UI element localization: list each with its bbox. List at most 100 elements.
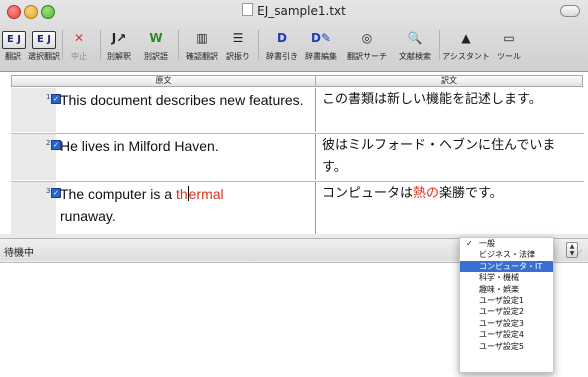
row-number: 1: [46, 93, 51, 101]
target-text-part: コンピュータは: [322, 186, 414, 201]
toolbar-button-9[interactable]: ◎ 翻訳サーチ: [345, 22, 389, 68]
toolbar-button-11[interactable]: ▲ アシスタント: [440, 22, 492, 68]
toolbar-button-10[interactable]: 🔍 文献検索: [395, 22, 435, 68]
toolbar-button-label: 文献検索: [399, 52, 431, 61]
menu-item[interactable]: ユーザ設定1: [460, 295, 553, 306]
toolbar-button-6[interactable]: ☰ 訳振り: [225, 22, 251, 68]
table-row[interactable]: 1 ✓ This document describes new features…: [0, 88, 588, 132]
toolbar-separator: [258, 30, 259, 60]
column-divider: [315, 134, 316, 180]
menu-item[interactable]: ✓ 一般: [460, 238, 553, 249]
menu-item-label: 一般: [479, 239, 495, 248]
toolbar-button-4[interactable]: W 別訳語: [138, 22, 174, 68]
menu-item-label: ユーザ設定5: [479, 341, 524, 351]
target-column-header[interactable]: 訳文: [315, 75, 583, 87]
assistant-icon: ▲: [461, 31, 471, 45]
menu-item-label: ユーザ設定2: [479, 307, 524, 317]
toolbar-separator: [100, 30, 101, 60]
resize-grip-icon[interactable]: ⟋: [576, 249, 586, 259]
field-popup-menu: ✓ 一般ビジネス・法律 コンピュータ・IT 科学・機械 趣味・娯楽 ユーザ設定1 ユーザ設定…: [459, 237, 554, 373]
app-window: EJ_sample1.txt E J 翻訳 E J 選択翻訳 ✕ 中止 J↗ 別解釈 W 別訳語 ▥…: [0, 0, 588, 263]
source-text[interactable]: The computer is a thermal runaway.: [60, 183, 312, 227]
menu-item-label: ユーザ設定3: [479, 318, 524, 328]
toolbar-button-label: 別訳語: [144, 52, 168, 61]
dictionary-lookup-icon: D: [277, 31, 287, 45]
menu-item[interactable]: ユーザ設定2: [460, 306, 553, 317]
toolbar-button-7[interactable]: D 辞書引き: [264, 22, 300, 68]
confirm-translate-icon: ▥: [196, 31, 208, 45]
toolbar-button-label: 中止: [71, 52, 87, 61]
toolbar-button-12[interactable]: ▭ ツール: [494, 22, 524, 68]
alternate-interpretation-icon: J↗: [111, 31, 127, 45]
toolbar-button-label: 訳振り: [226, 52, 250, 61]
source-text[interactable]: He lives in Milford Haven.: [60, 135, 312, 157]
menu-item-label: 科学・機械: [479, 273, 519, 283]
menu-item-label: ユーザ設定1: [479, 295, 524, 305]
row-number: 2: [46, 139, 51, 147]
menu-item-label: 趣味・娯楽: [479, 284, 519, 294]
toolbar-button-8[interactable]: D✎ 辞書編集: [300, 22, 342, 68]
toolbar: E J 翻訳 E J 選択翻訳 ✕ 中止 J↗ 別解釈 W 別訳語 ▥ 確認翻訳 ☰ 訳振り D 辞書引き D✎…: [0, 22, 588, 68]
toolbar-button-2[interactable]: ✕ 中止: [68, 22, 90, 68]
toolbar-button-label: 辞書引き: [266, 52, 298, 61]
dictionary-edit-icon: D✎: [310, 31, 331, 45]
menu-item[interactable]: 趣味・娯楽: [460, 284, 553, 295]
target-text[interactable]: 彼はミルフォード・ヘブンに住んでいます。: [322, 135, 580, 179]
ej-translate-icon: E J: [2, 28, 26, 49]
toolbar-button-1[interactable]: E J 選択翻訳: [25, 22, 63, 68]
highlighted-translation[interactable]: 熱の: [413, 186, 439, 201]
toolbar-separator: [178, 30, 179, 60]
column-divider: [315, 182, 316, 234]
toolbar-button-label: アシスタント: [442, 52, 490, 61]
toolbar-button-label: 翻訳: [5, 52, 21, 61]
toolbar-button-label: 選択翻訳: [28, 52, 60, 61]
menu-item[interactable]: コンピュータ・IT: [460, 260, 553, 273]
translation-search-icon: ◎: [361, 31, 373, 45]
highlighted-word[interactable]: ermal: [189, 186, 224, 202]
translation-grid: 原文 訳文 1 ✓ This document describes new fe…: [0, 72, 588, 234]
toolbar-button-5[interactable]: ▥ 確認翻訳: [184, 22, 220, 68]
table-row[interactable]: 2 ✓ He lives in Milford Haven. 彼はミルフォード・…: [0, 134, 588, 180]
menu-item[interactable]: ビジネス・法律: [460, 249, 553, 260]
target-text[interactable]: コンピュータは熱の楽勝です。: [322, 183, 580, 205]
menu-item[interactable]: ユーザ設定5: [460, 341, 553, 352]
toolbar-button-0[interactable]: E J 翻訳: [2, 22, 26, 68]
toolbar-button-label: 確認翻訳: [186, 52, 218, 61]
column-divider: [315, 88, 316, 132]
checkmark-icon: ✓: [466, 239, 473, 248]
row-number: 3: [46, 187, 51, 195]
interlinear-icon: ☰: [232, 31, 244, 45]
toolbar-button-label: 別解釈: [107, 52, 131, 61]
menu-item[interactable]: ユーザ設定3: [460, 318, 553, 329]
literature-search-icon: 🔍: [407, 31, 423, 45]
document-icon: [242, 3, 254, 16]
toolbar-separator: [62, 30, 63, 60]
window-chrome: EJ_sample1.txt E J 翻訳 E J 選択翻訳 ✕ 中止 J↗ 別解釈 W 別訳語 ▥…: [0, 0, 588, 72]
chevron-down-icon: ▼: [569, 250, 575, 257]
tool-icon: ▭: [503, 31, 515, 45]
status-text: 待機中: [4, 248, 34, 259]
target-text-part: 楽勝です。: [439, 186, 503, 201]
alternate-word-icon: W: [149, 31, 163, 45]
ej-badge-icon: E J: [2, 31, 26, 49]
menu-item[interactable]: 科学・機械: [460, 272, 553, 283]
menu-item[interactable]: ユーザ設定4: [460, 329, 553, 340]
toolbar-button-label: 翻訳サーチ: [347, 52, 387, 61]
source-column-header[interactable]: 原文: [11, 75, 316, 87]
chevron-up-icon: ▲: [569, 243, 575, 250]
highlighted-word[interactable]: th: [176, 186, 188, 202]
stop-x-icon: ✕: [73, 31, 85, 45]
menu-item-label: コンピュータ・IT: [479, 261, 543, 271]
source-text[interactable]: This document describes new features.: [60, 89, 312, 111]
source-text-part: runaway.: [60, 208, 116, 224]
target-text[interactable]: この書類は新しい機能を記述します。: [322, 89, 580, 111]
toolbar-button-label: 辞書編集: [305, 52, 337, 61]
menu-item-label: ユーザ設定4: [479, 330, 524, 340]
toolbar-toggle-button[interactable]: [560, 5, 580, 17]
window-title: EJ_sample1.txt: [0, 3, 588, 18]
toolbar-button-label: ツール: [497, 52, 521, 61]
ej-select-translate-icon: E J: [25, 28, 63, 49]
table-row[interactable]: 3 ✓ The computer is a thermal runaway. コ…: [0, 182, 588, 234]
menu-item-label: ビジネス・法律: [479, 250, 535, 260]
toolbar-button-3[interactable]: J↗ 別解釈: [105, 22, 133, 68]
